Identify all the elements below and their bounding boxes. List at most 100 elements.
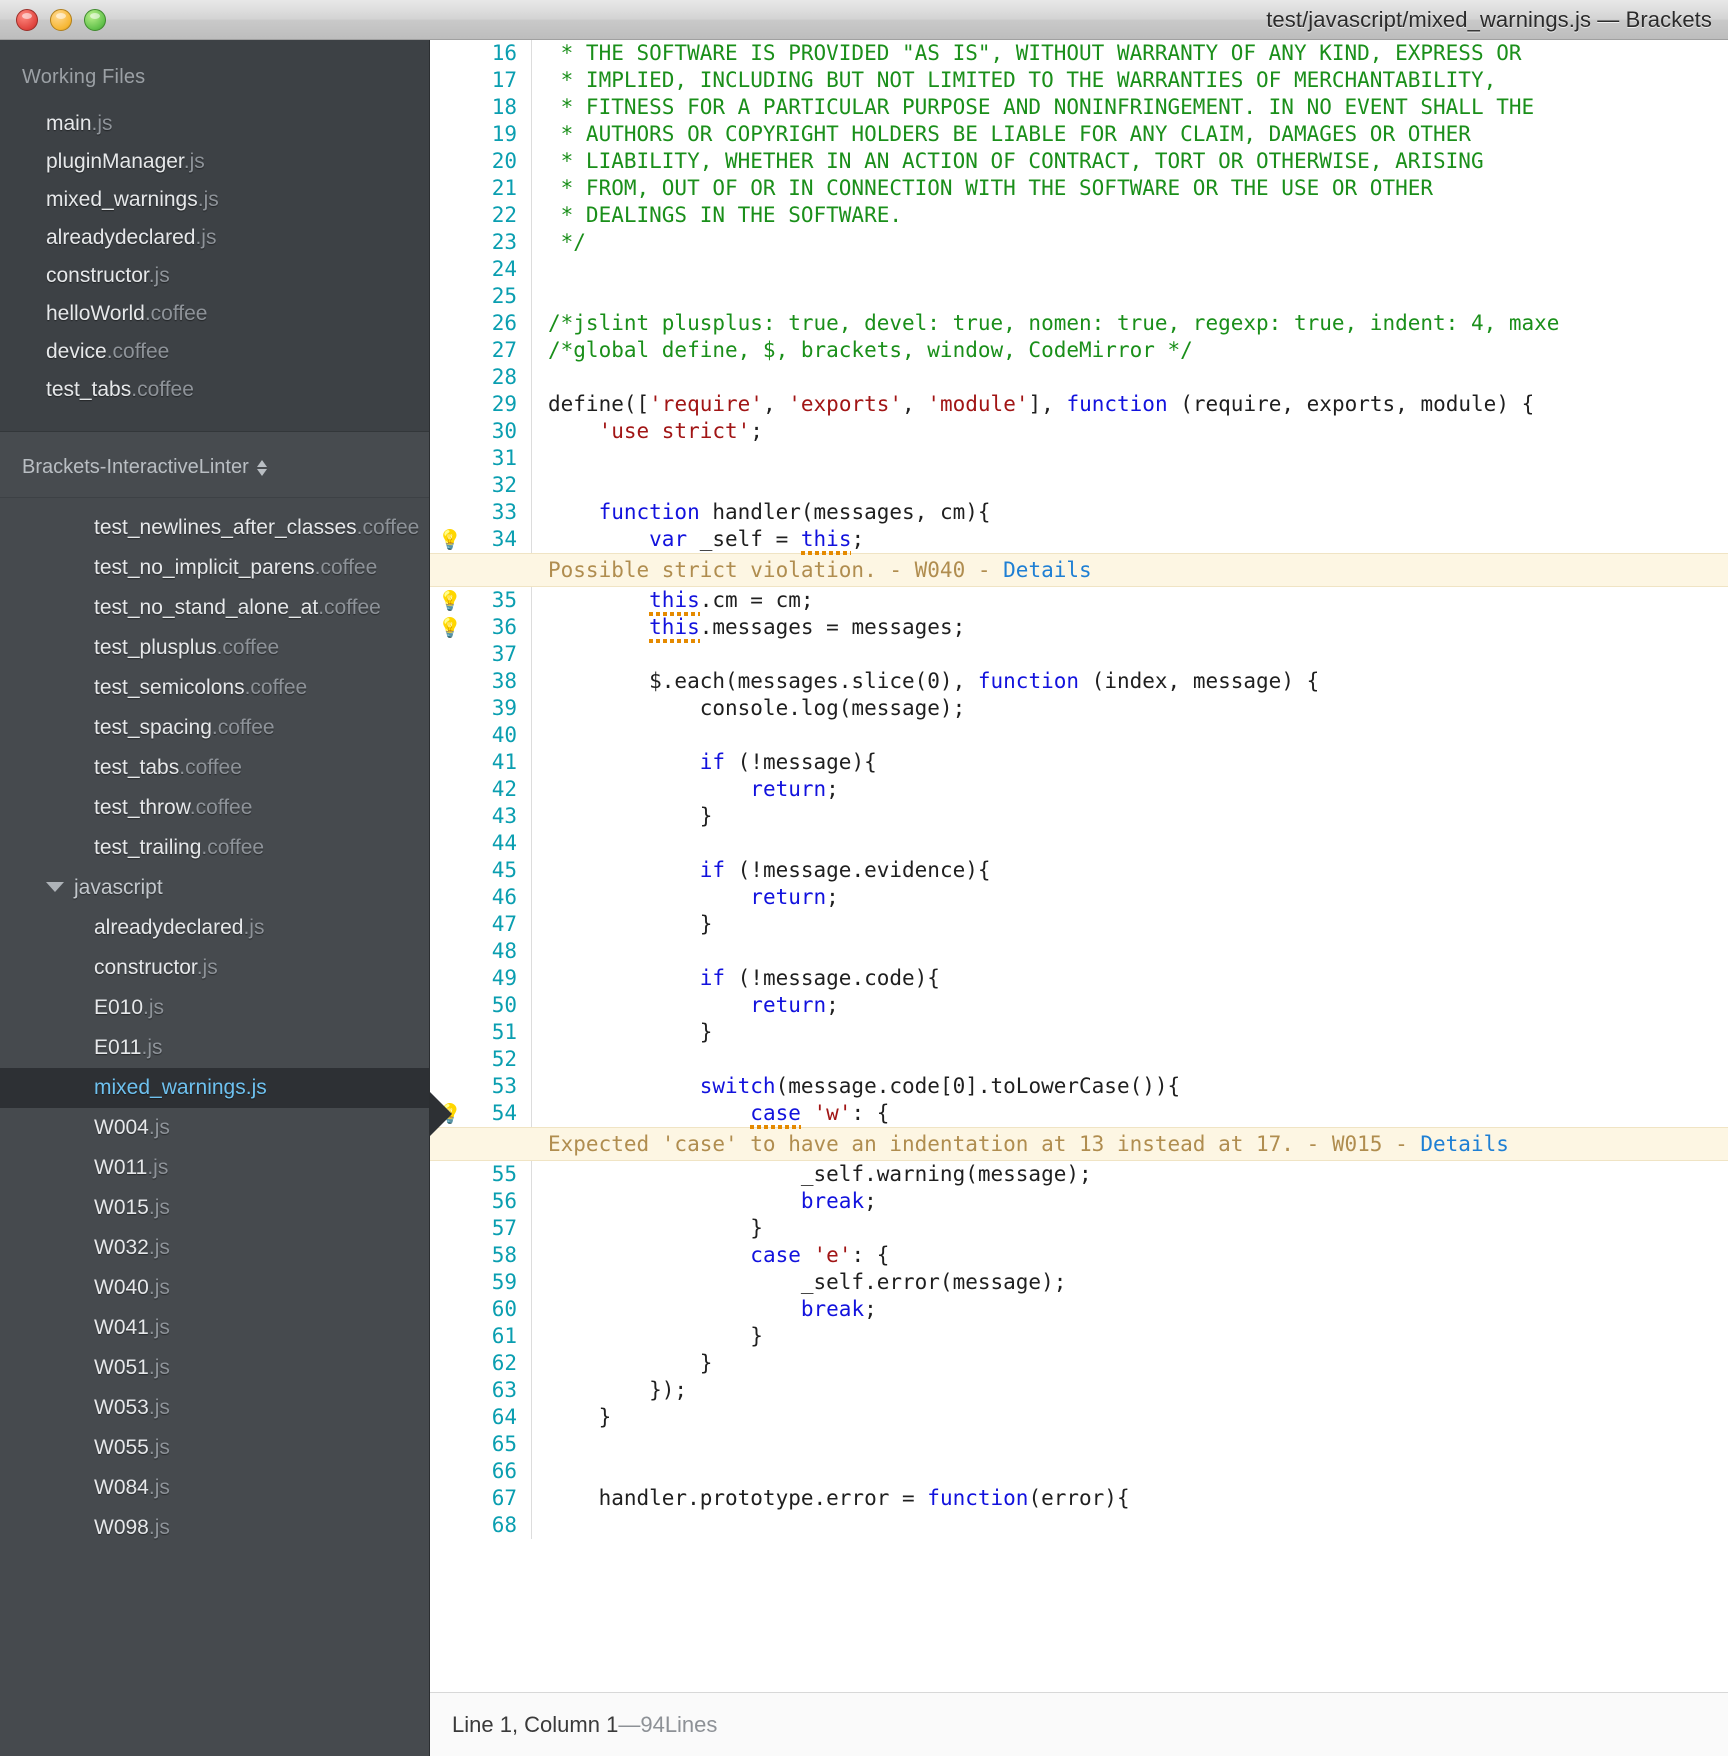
code-line[interactable]: 40 [430, 722, 1728, 749]
code-line[interactable]: 23 */ [430, 229, 1728, 256]
code-line[interactable]: 💡 54 case 'w': { [430, 1100, 1728, 1127]
tree-file-item[interactable]: W051.js [0, 1348, 429, 1388]
code-line[interactable]: 29 define(['require', 'exports', 'module'… [430, 391, 1728, 418]
zoom-button[interactable] [84, 8, 106, 31]
working-file-item[interactable]: constructor.js [0, 257, 429, 295]
tree-file-item[interactable]: W040.js [0, 1268, 429, 1308]
code-line[interactable]: 27 /*global define, $, brackets, window, … [430, 337, 1728, 364]
code-line[interactable]: 58 case 'e': { [430, 1242, 1728, 1269]
code-line[interactable]: 57 } [430, 1215, 1728, 1242]
code-line[interactable]: 41 if (!message){ [430, 749, 1728, 776]
code-line[interactable]: 47 } [430, 911, 1728, 938]
code-line[interactable]: 68 [430, 1512, 1728, 1539]
code-line[interactable]: 51 } [430, 1019, 1728, 1046]
tree-file-item[interactable]: W015.js [0, 1188, 429, 1228]
code-line[interactable]: 59 _self.error(message); [430, 1269, 1728, 1296]
code-line[interactable]: 67 handler.prototype.error = function(er… [430, 1485, 1728, 1512]
warning-details-link[interactable]: Details [1003, 558, 1092, 582]
tree-file-item[interactable]: test_newlines_after_classes.coffee [0, 508, 429, 548]
caret-down-icon[interactable] [46, 882, 64, 892]
code-line[interactable]: 30 'use strict'; [430, 418, 1728, 445]
code-line[interactable]: 28 [430, 364, 1728, 391]
minimize-button[interactable] [50, 8, 72, 31]
code-line[interactable]: 39 console.log(message); [430, 695, 1728, 722]
working-file-item[interactable]: device.coffee [0, 333, 429, 371]
tree-file-item[interactable]: test_semicolons.coffee [0, 668, 429, 708]
code-line[interactable]: 37 [430, 641, 1728, 668]
tree-file-item[interactable]: test_spacing.coffee [0, 708, 429, 748]
tree-file-item[interactable]: E011.js [0, 1028, 429, 1068]
tree-file-item[interactable]: W011.js [0, 1148, 429, 1188]
project-root-header[interactable]: Brackets-InteractiveLinter [0, 432, 429, 498]
code-editor[interactable]: 16 * THE SOFTWARE IS PROVIDED "AS IS", W… [430, 40, 1728, 1692]
tree-folder-item[interactable]: javascript [0, 868, 429, 908]
code-line[interactable]: 19 * AUTHORS OR COPYRIGHT HOLDERS BE LIA… [430, 121, 1728, 148]
code-line[interactable]: 31 [430, 445, 1728, 472]
lightbulb-icon[interactable]: 💡 [430, 526, 470, 553]
code-line[interactable]: 43 } [430, 803, 1728, 830]
code-line[interactable]: 26 /*jslint plusplus: true, devel: true, … [430, 310, 1728, 337]
code-line[interactable]: 53 switch(message.code[0].toLowerCase())… [430, 1073, 1728, 1100]
tree-file-item[interactable]: mixed_warnings.js [0, 1068, 429, 1108]
close-button[interactable] [16, 8, 38, 31]
warning-details-link[interactable]: Details [1420, 1132, 1509, 1156]
sort-chevrons-icon[interactable] [256, 459, 267, 476]
code-line[interactable]: 61 } [430, 1323, 1728, 1350]
code-line[interactable]: 22 * DEALINGS IN THE SOFTWARE. [430, 202, 1728, 229]
working-file-item[interactable]: alreadydeclared.js [0, 219, 429, 257]
tree-file-item[interactable]: E010.js [0, 988, 429, 1028]
code-line[interactable]: 32 [430, 472, 1728, 499]
tree-file-item[interactable]: test_tabs.coffee [0, 748, 429, 788]
code-line[interactable]: 52 [430, 1046, 1728, 1073]
code-line[interactable]: 17 * IMPLIED, INCLUDING BUT NOT LIMITED … [430, 67, 1728, 94]
code-line[interactable]: 49 if (!message.code){ [430, 965, 1728, 992]
code-line[interactable]: 24 [430, 256, 1728, 283]
tree-file-item[interactable]: constructor.js [0, 948, 429, 988]
code-line[interactable]: 46 return; [430, 884, 1728, 911]
code-line[interactable]: 38 $.each(messages.slice(0), function (i… [430, 668, 1728, 695]
code-line[interactable]: 50 return; [430, 992, 1728, 1019]
code-line[interactable]: 16 * THE SOFTWARE IS PROVIDED "AS IS", W… [430, 40, 1728, 67]
file-extension: .js [148, 1396, 170, 1419]
working-file-item[interactable]: pluginManager.js [0, 143, 429, 181]
working-file-item[interactable]: test_tabs.coffee [0, 371, 429, 409]
code-line[interactable]: 65 [430, 1431, 1728, 1458]
working-file-item[interactable]: mixed_warnings.js [0, 181, 429, 219]
code-line[interactable]: 33 function handler(messages, cm){ [430, 499, 1728, 526]
tree-file-item[interactable]: W041.js [0, 1308, 429, 1348]
tree-file-item[interactable]: test_plusplus.coffee [0, 628, 429, 668]
code-line[interactable]: 45 if (!message.evidence){ [430, 857, 1728, 884]
tree-file-item[interactable]: test_throw.coffee [0, 788, 429, 828]
code-line[interactable]: 20 * LIABILITY, WHETHER IN AN ACTION OF … [430, 148, 1728, 175]
working-file-item[interactable]: helloWorld.coffee [0, 295, 429, 333]
tree-file-item[interactable]: W032.js [0, 1228, 429, 1268]
tree-file-item[interactable]: alreadydeclared.js [0, 908, 429, 948]
tree-file-item[interactable]: test_no_stand_alone_at.coffee [0, 588, 429, 628]
code-line[interactable]: 21 * FROM, OUT OF OR IN CONNECTION WITH … [430, 175, 1728, 202]
lightbulb-icon[interactable]: 💡 [430, 587, 470, 614]
code-line[interactable]: 25 [430, 283, 1728, 310]
tree-file-item[interactable]: test_no_implicit_parens.coffee [0, 548, 429, 588]
code-line[interactable]: 55 _self.warning(message); [430, 1161, 1728, 1188]
code-line[interactable]: 66 [430, 1458, 1728, 1485]
tree-file-item[interactable]: W053.js [0, 1388, 429, 1428]
code-line[interactable]: 64 } [430, 1404, 1728, 1431]
code-line[interactable]: 62 } [430, 1350, 1728, 1377]
code-line[interactable]: 42 return; [430, 776, 1728, 803]
code-line[interactable]: 44 [430, 830, 1728, 857]
code-line[interactable]: 48 [430, 938, 1728, 965]
working-file-item[interactable]: main.js [0, 105, 429, 143]
code-line[interactable]: 63 }); [430, 1377, 1728, 1404]
code-line[interactable]: 💡 36 this.messages = messages; [430, 614, 1728, 641]
tree-file-item[interactable]: W098.js [0, 1508, 429, 1548]
lightbulb-icon[interactable]: 💡 [430, 614, 470, 641]
code-line[interactable]: 💡 35 this.cm = cm; [430, 587, 1728, 614]
code-line[interactable]: 💡 34 var _self = this; [430, 526, 1728, 553]
code-line[interactable]: 56 break; [430, 1188, 1728, 1215]
tree-file-item[interactable]: W084.js [0, 1468, 429, 1508]
tree-file-item[interactable]: W055.js [0, 1428, 429, 1468]
tree-file-item[interactable]: test_trailing.coffee [0, 828, 429, 868]
code-line[interactable]: 60 break; [430, 1296, 1728, 1323]
code-line[interactable]: 18 * FITNESS FOR A PARTICULAR PURPOSE AN… [430, 94, 1728, 121]
tree-file-item[interactable]: W004.js [0, 1108, 429, 1148]
